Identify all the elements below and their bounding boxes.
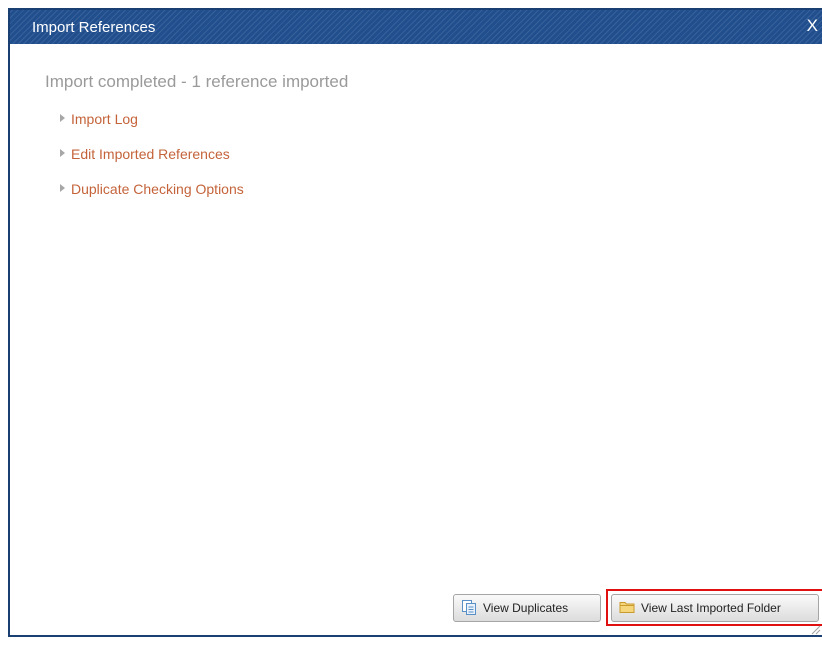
result-links: Import Log Edit Imported References Dupl… [60,110,244,215]
import-log-link[interactable]: Import Log [60,110,244,145]
edit-imported-references-label: Edit Imported References [71,146,230,162]
view-duplicates-label: View Duplicates [483,601,569,615]
triangle-right-icon [60,149,65,157]
import-log-label: Import Log [71,111,138,127]
edit-imported-references-link[interactable]: Edit Imported References [60,145,244,180]
dialog-title: Import References [32,19,156,36]
close-button[interactable]: X [807,17,818,35]
view-last-imported-folder-button[interactable]: View Last Imported Folder [611,594,819,622]
folder-icon [619,600,635,617]
triangle-right-icon [60,114,65,122]
import-status-message: Import completed - 1 reference imported [45,72,349,91]
duplicate-checking-options-label: Duplicate Checking Options [71,181,244,197]
import-references-dialog: Import References X Import completed - 1… [8,8,822,637]
view-duplicates-button[interactable]: View Duplicates [453,594,601,622]
copy-documents-icon [461,599,477,618]
resize-grip-icon[interactable] [809,622,821,635]
view-last-imported-folder-label: View Last Imported Folder [641,601,781,615]
triangle-right-icon [60,184,65,192]
duplicate-checking-options-link[interactable]: Duplicate Checking Options [60,180,244,215]
dialog-titlebar[interactable]: Import References X [10,10,822,44]
